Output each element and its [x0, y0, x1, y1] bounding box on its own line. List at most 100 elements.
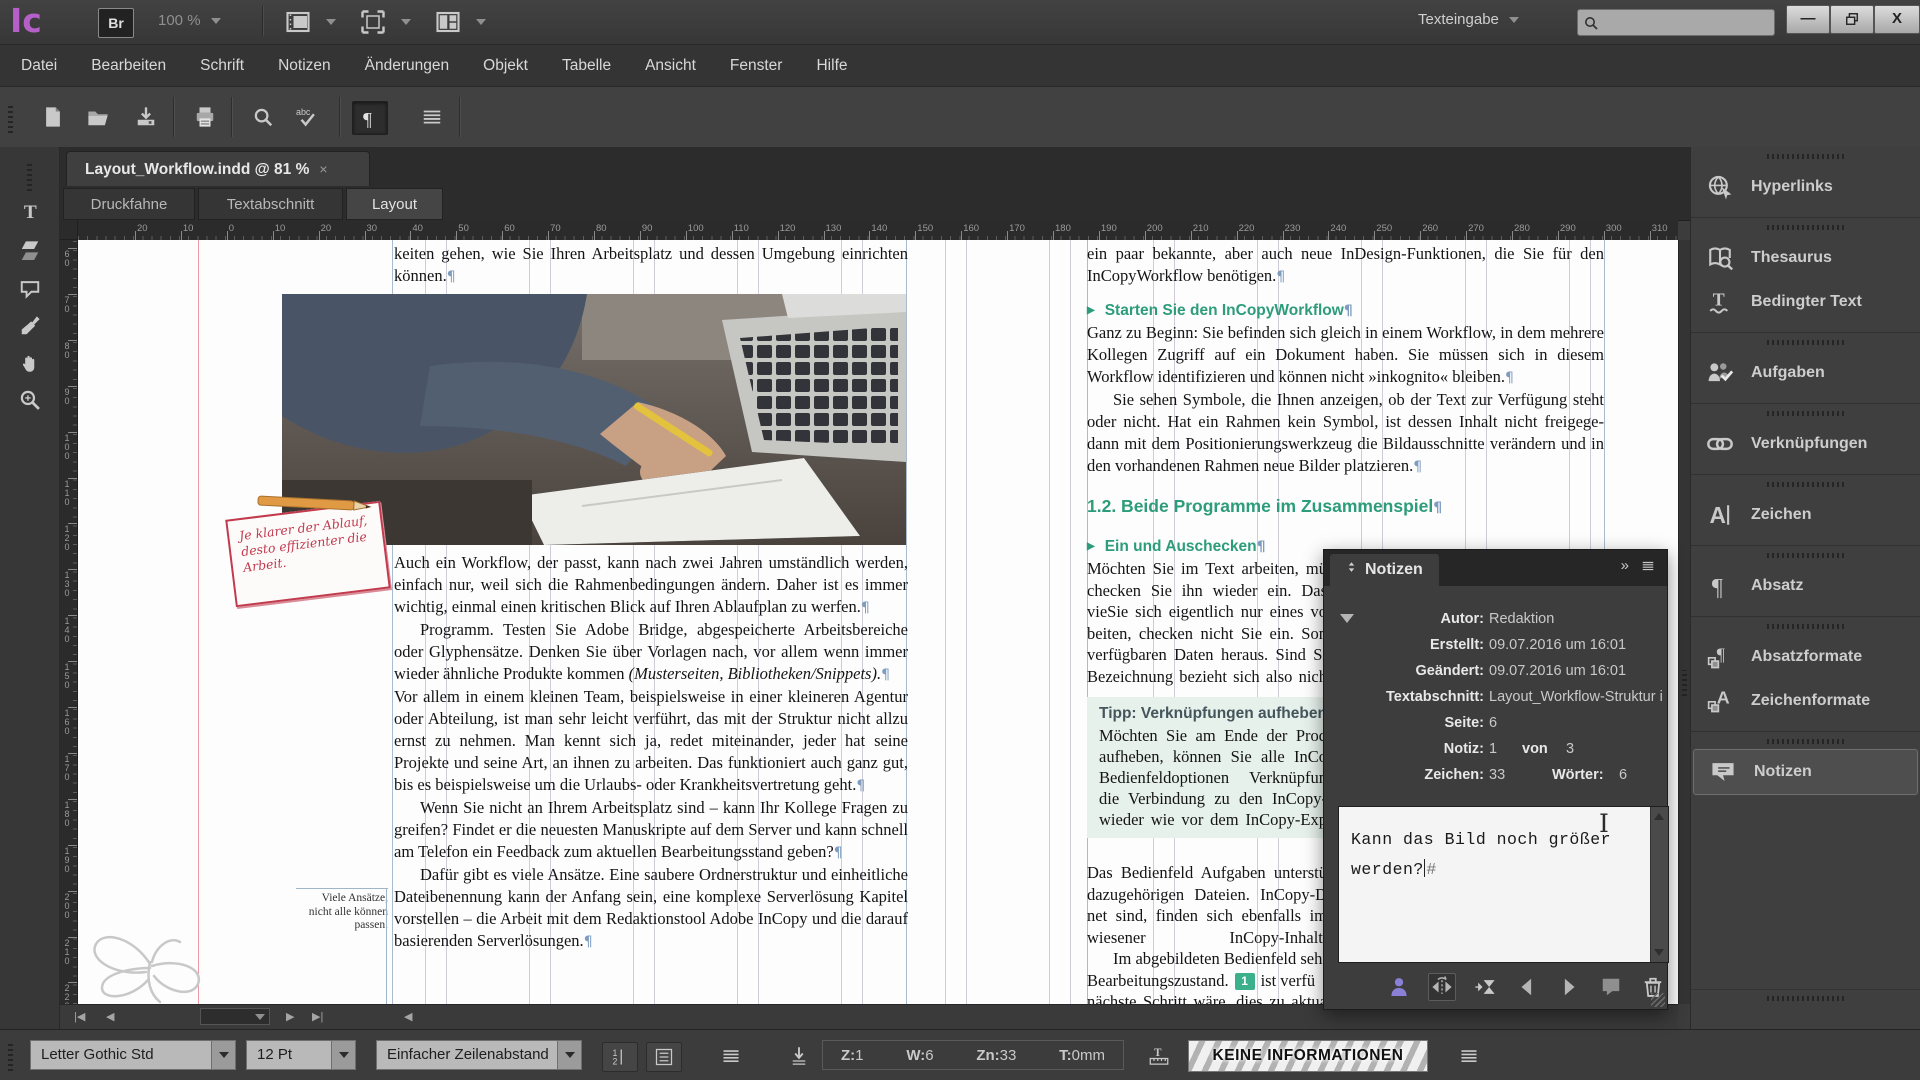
open-button[interactable]: [81, 101, 115, 133]
menu-item-schrift[interactable]: Schrift: [183, 45, 261, 87]
horizontal-ruler[interactable]: 20 10 0 10 20 30 40 50 60 70 80 90 100 110 120 130 140 15…: [78, 220, 1678, 241]
font-size-select[interactable]: 12 Pt: [246, 1040, 356, 1070]
menu-item-hilfe[interactable]: Hilfe: [799, 45, 864, 87]
panel-resize-grip[interactable]: [1651, 993, 1665, 1007]
position-tool[interactable]: [13, 235, 47, 267]
document-tab[interactable]: Layout_Workflow.indd @ 81 % ×: [66, 151, 370, 186]
zoom-level-dropdown[interactable]: 100 %: [158, 12, 221, 29]
group-grip[interactable]: [1766, 482, 1845, 487]
previous-note-button[interactable]: [1514, 974, 1540, 1000]
dock-item-thesaurus[interactable]: Thesaurus: [1691, 236, 1920, 280]
menu-item-objekt[interactable]: Objekt: [466, 45, 545, 87]
chevron-down-icon[interactable]: [212, 1040, 236, 1070]
group-grip[interactable]: [1766, 411, 1845, 416]
scroll-up-icon[interactable]: [1654, 813, 1664, 820]
dock-item-notizen[interactable]: Notizen: [1693, 749, 1918, 795]
update-story-button[interactable]: [782, 1042, 816, 1070]
dock-item-bedingter-text[interactable]: T Bedingter Text: [1691, 280, 1920, 324]
close-button[interactable]: X: [1874, 5, 1920, 34]
dock-item-hyperlinks[interactable]: Hyperlinks: [1691, 165, 1920, 209]
view-options-button[interactable]: [285, 8, 336, 36]
group-grip[interactable]: [1766, 624, 1845, 629]
notes-panel-tab[interactable]: Notizen: [1330, 554, 1439, 586]
dock-item-verknuepfungen[interactable]: Verknüpfungen: [1691, 422, 1920, 466]
dock-item-absatzformate[interactable]: ¶ Absatzformate: [1691, 635, 1920, 679]
first-page-button[interactable]: |◀: [74, 1010, 85, 1023]
next-note-button[interactable]: [1556, 974, 1582, 1000]
group-grip[interactable]: [1766, 225, 1845, 230]
collapse-to-icons-button[interactable]: »: [1621, 557, 1629, 574]
menu-item-fenster[interactable]: Fenster: [713, 45, 800, 87]
dock-item-absatz[interactable]: ¶ Absatz: [1691, 564, 1920, 608]
chevron-down-icon[interactable]: [558, 1040, 582, 1070]
eyedropper-tool[interactable]: [13, 310, 47, 342]
group-grip[interactable]: [1766, 739, 1845, 744]
previous-page-button[interactable]: ◀: [106, 1010, 114, 1023]
tab-layout[interactable]: Layout: [346, 188, 443, 220]
go-to-note-anchor-button[interactable]: [1428, 973, 1456, 1001]
next-page-button[interactable]: ▶: [286, 1010, 294, 1023]
panel-menu-icon[interactable]: [1639, 559, 1657, 573]
menu-item-tabelle[interactable]: Tabelle: [545, 45, 628, 87]
workspace-switcher[interactable]: Texteingabe: [1418, 11, 1519, 28]
user-color-button[interactable]: [1386, 974, 1412, 1000]
statusbar-menu-button[interactable]: [714, 1042, 748, 1070]
search-input[interactable]: [1599, 14, 1763, 31]
note-tool[interactable]: [13, 273, 47, 305]
scrollbar-grip[interactable]: [1682, 670, 1687, 696]
page-number-field[interactable]: [200, 1008, 270, 1025]
scroll-down-icon[interactable]: [1654, 949, 1664, 956]
screen-mode-button[interactable]: [360, 8, 411, 36]
copyfit-measure-button[interactable]: T: [1142, 1042, 1176, 1070]
menu-item-datei[interactable]: Datei: [4, 45, 74, 87]
restore-button[interactable]: [1830, 5, 1874, 34]
type-tool[interactable]: T: [13, 195, 47, 227]
toolbar-grip[interactable]: [8, 103, 13, 133]
dock-item-aufgaben[interactable]: Aufgaben: [1691, 351, 1920, 395]
close-tab-icon[interactable]: ×: [319, 161, 327, 177]
dock-item-zeichen[interactable]: A Zeichen: [1691, 493, 1920, 537]
minimize-button[interactable]: —: [1786, 5, 1830, 34]
tools-grip[interactable]: [27, 161, 32, 191]
last-page-button[interactable]: ▶|: [312, 1010, 323, 1023]
group-grip[interactable]: [1766, 553, 1845, 558]
toolbar-menu-button[interactable]: [415, 101, 449, 133]
scroll-left-button[interactable]: ◀: [404, 1010, 412, 1023]
copyfit-menu-button[interactable]: [1452, 1042, 1486, 1070]
note-text-area[interactable]: Kann das Bild noch größer werden? # I: [1338, 806, 1669, 963]
search-box[interactable]: [1577, 9, 1775, 36]
style-list-button[interactable]: [646, 1042, 682, 1072]
menu-item-änderungen[interactable]: Änderungen: [348, 45, 466, 87]
vertical-scrollbar[interactable]: [1678, 240, 1690, 1004]
text-line: beiten, checken nicht Sie ein. Son: [1087, 623, 1327, 643]
menu-item-notizen[interactable]: Notizen: [261, 45, 348, 87]
bridge-button[interactable]: Br: [98, 8, 134, 38]
chevron-down-icon: [1508, 17, 1519, 24]
print-button[interactable]: [188, 101, 222, 133]
chevron-down-icon[interactable]: [332, 1040, 356, 1070]
show-hidden-characters-button[interactable]: ¶: [352, 101, 388, 135]
save-button[interactable]: [129, 101, 163, 133]
group-grip[interactable]: [1766, 154, 1845, 159]
tab-druckfahne[interactable]: Druckfahne: [63, 188, 195, 220]
note-scrollbar[interactable]: [1650, 807, 1668, 962]
find-button[interactable]: [246, 101, 280, 133]
vertical-ruler[interactable]: 6 0 7 0 8 0 9 0 1 0 0 1 1 0 1 2 0 1 3 0 1 4 0 1 5…: [60, 240, 78, 1004]
group-grip[interactable]: [1766, 340, 1845, 345]
tab-textabschnitt[interactable]: Textabschnitt: [198, 188, 343, 220]
dock-item-zeichenformate[interactable]: A Zeichenformate: [1691, 679, 1920, 723]
line-numbers-button[interactable]: 12: [602, 1042, 638, 1072]
zoom-tool[interactable]: [13, 384, 47, 416]
dock-grip[interactable]: [1766, 996, 1845, 1001]
menu-item-bearbeiten[interactable]: Bearbeiten: [74, 45, 183, 87]
hand-tool[interactable]: [13, 347, 47, 379]
new-note-button[interactable]: [1598, 974, 1624, 1000]
leading-select[interactable]: Einfacher Zeilenabstand: [376, 1040, 582, 1070]
new-document-button[interactable]: [36, 101, 70, 133]
font-family-select[interactable]: Letter Gothic Std: [30, 1040, 236, 1070]
statusbar-grip[interactable]: [8, 1041, 13, 1071]
document-layout-button[interactable]: [435, 8, 486, 36]
convert-to-text-button[interactable]: [1472, 974, 1498, 1000]
menu-item-ansicht[interactable]: Ansicht: [628, 45, 713, 87]
spellcheck-button[interactable]: abc: [290, 101, 324, 133]
